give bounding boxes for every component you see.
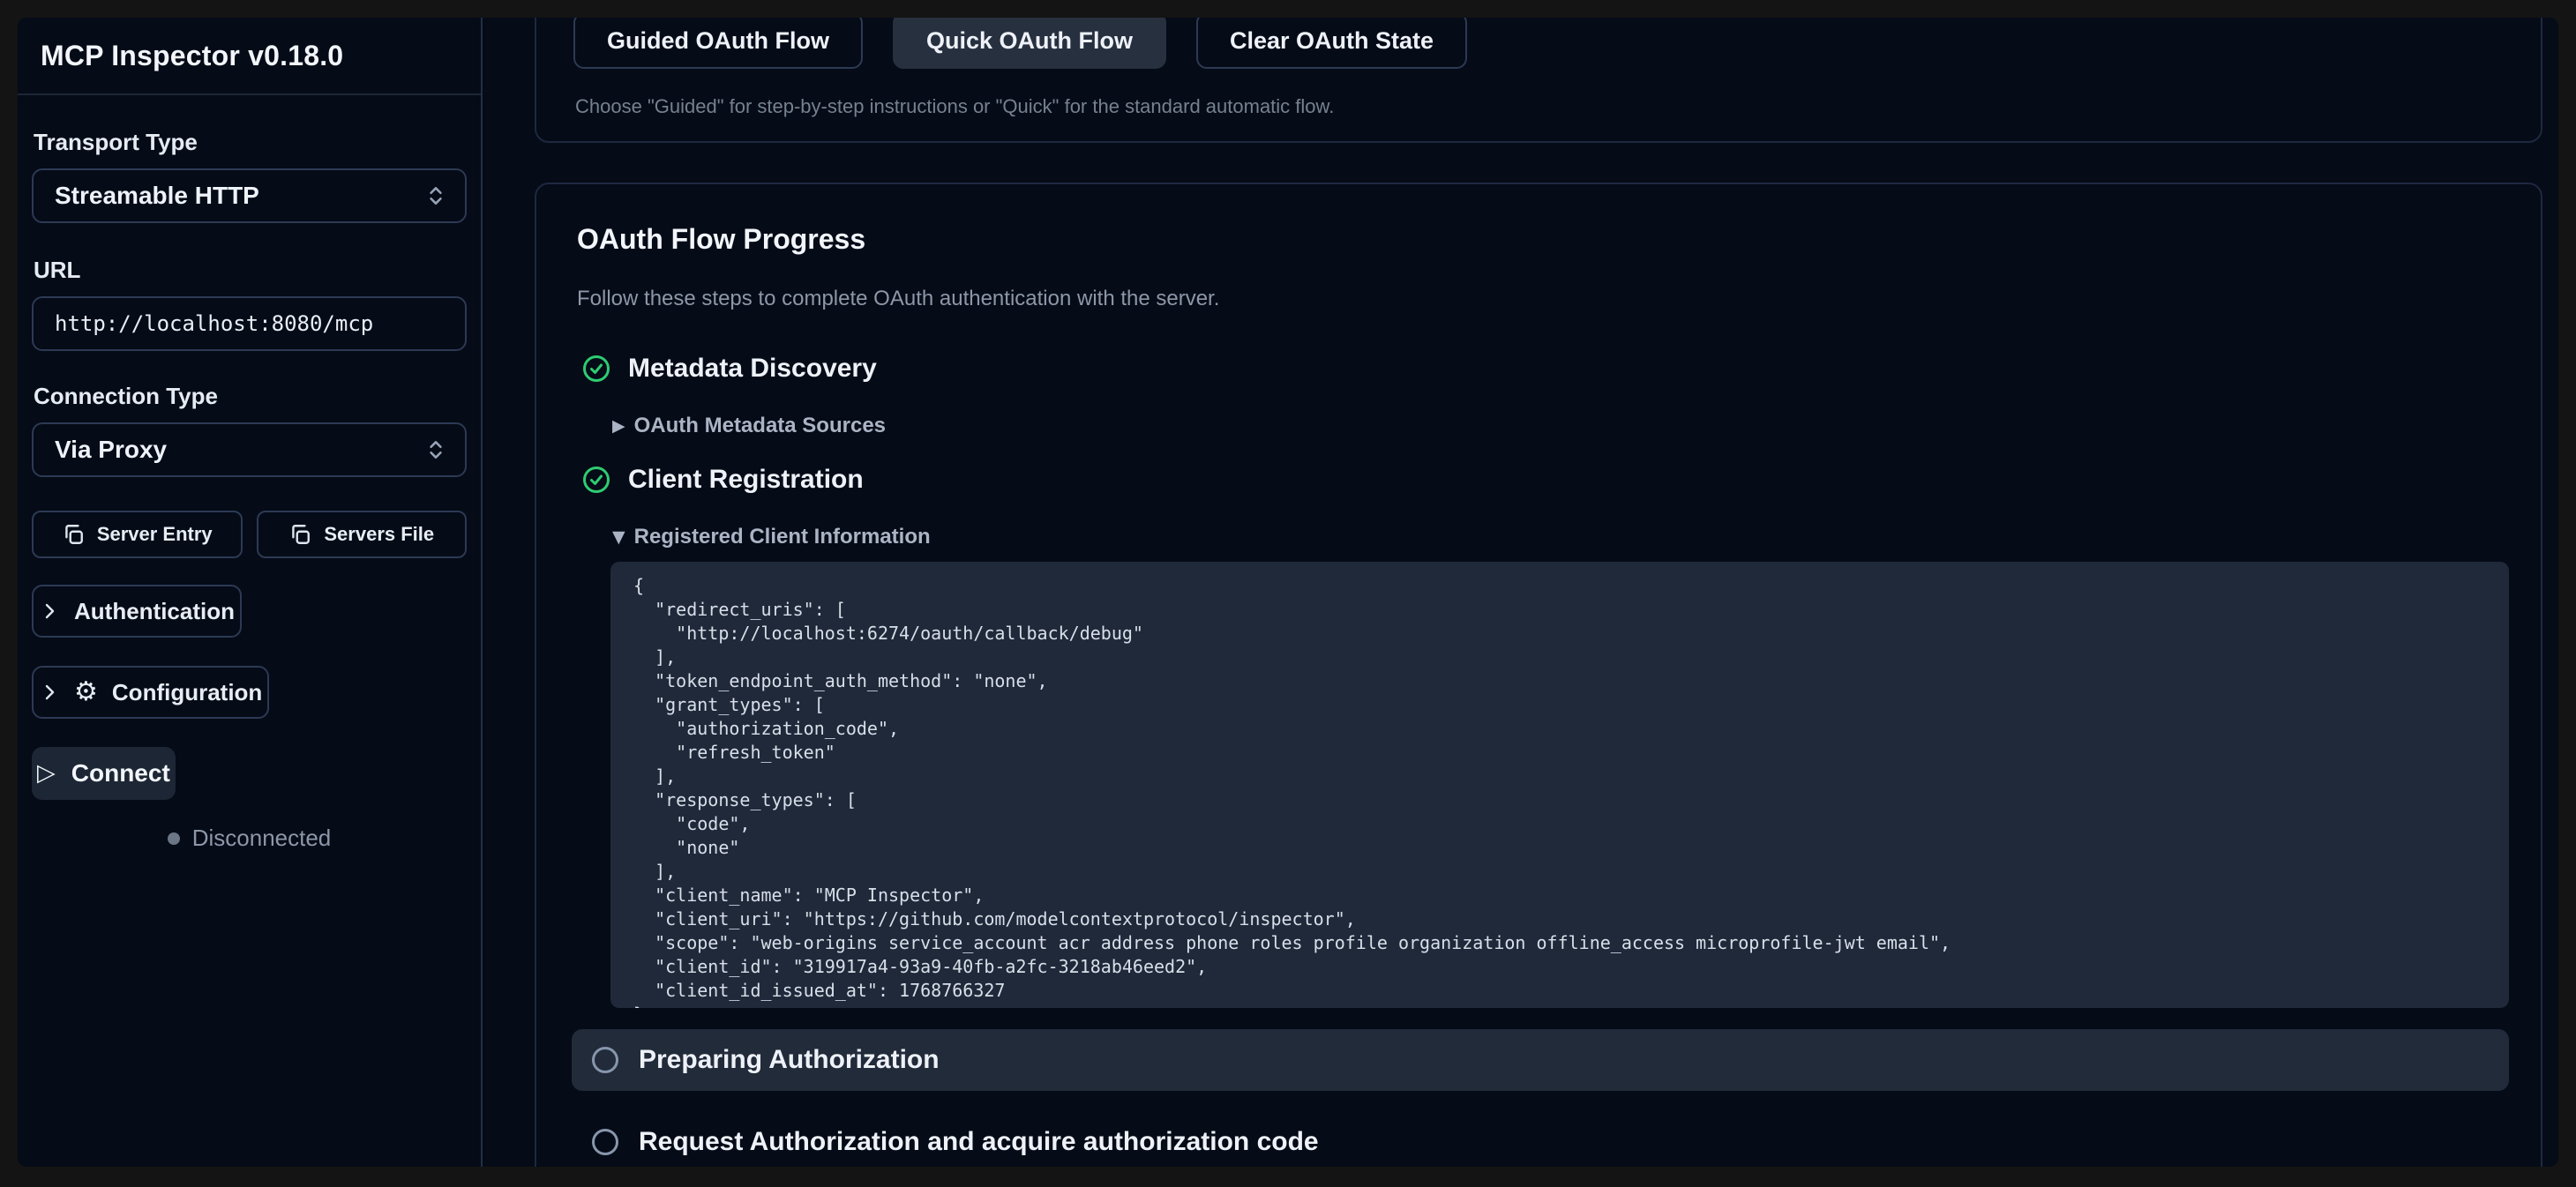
chevrons-up-down-icon [424, 438, 447, 461]
oauth-progress-card: OAuth Flow Progress Follow these steps t… [535, 183, 2542, 1167]
step-client-registration: Client Registration [582, 465, 864, 495]
step-title: Client Registration [628, 465, 864, 495]
quick-oauth-flow-button[interactable]: Quick OAuth Flow [893, 18, 1166, 69]
connect-label: Connect [71, 759, 170, 788]
sidebar: MCP Inspector v0.18.0 Transport Type Str… [18, 18, 483, 1167]
sidebar-body: Transport Type Streamable HTTP URL Conne… [18, 95, 481, 852]
chevrons-up-down-icon [424, 184, 447, 207]
empty-circle-icon [591, 1128, 619, 1156]
transport-type-select[interactable]: Streamable HTTP [32, 168, 467, 223]
connect-button[interactable]: ▷ Connect [32, 747, 176, 800]
authentication-expander[interactable]: Authentication [32, 585, 242, 638]
gear-icon: ⚙ [74, 679, 98, 705]
empty-circle-icon [591, 1046, 619, 1074]
play-icon: ▷ [37, 761, 56, 785]
server-entry-button[interactable]: Server Entry [32, 511, 243, 558]
step-title: Request Authorization and acquire author… [639, 1127, 1319, 1157]
registered-client-json-block[interactable]: { "redirect_uris": [ "http://localhost:6… [610, 562, 2509, 1008]
chevron-right-icon [39, 601, 60, 622]
registered-client-info-expander[interactable]: ▼ Registered Client Information [612, 525, 931, 549]
oauth-flow-caption: Choose "Guided" for step-by-step instruc… [575, 95, 1334, 118]
step-request-authorization[interactable]: Request Authorization and acquire author… [572, 1123, 1319, 1161]
export-buttons-row: Server Entry Servers File [32, 511, 467, 558]
step-preparing-authorization[interactable]: Preparing Authorization [572, 1029, 2509, 1091]
detail-label: Registered Client Information [634, 525, 931, 549]
app-window: MCP Inspector v0.18.0 Transport Type Str… [18, 18, 2558, 1167]
url-input[interactable] [32, 296, 467, 351]
step-title: Metadata Discovery [628, 354, 877, 384]
copy-icon [288, 523, 311, 546]
oauth-metadata-sources-expander[interactable]: ▶ OAuth Metadata Sources [612, 414, 886, 438]
connection-type-select[interactable]: Via Proxy [32, 422, 467, 477]
server-entry-label: Server Entry [97, 523, 213, 546]
progress-card-title: OAuth Flow Progress [577, 223, 865, 256]
guided-oauth-flow-button[interactable]: Guided OAuth Flow [573, 18, 863, 69]
triangle-down-icon: ▼ [612, 529, 625, 546]
main-panel: Guided OAuth Flow Quick OAuth Flow Clear… [484, 18, 2558, 1167]
chevron-right-icon [39, 682, 60, 703]
configuration-label: Configuration [112, 679, 262, 706]
transport-type-value: Streamable HTTP [55, 182, 259, 210]
authentication-label: Authentication [74, 598, 235, 625]
connection-status: Disconnected [32, 825, 467, 852]
configuration-expander[interactable]: ⚙ Configuration [32, 666, 269, 719]
clear-oauth-state-button[interactable]: Clear OAuth State [1196, 18, 1467, 69]
progress-card-subtitle: Follow these steps to complete OAuth aut… [577, 287, 1219, 311]
detail-label: OAuth Metadata Sources [634, 414, 886, 438]
step-title: Preparing Authorization [639, 1045, 940, 1075]
url-label: URL [34, 257, 467, 284]
app-title: MCP Inspector v0.18.0 [41, 40, 343, 72]
triangle-right-icon: ▶ [612, 418, 625, 435]
check-circle-icon [582, 355, 610, 383]
status-label: Disconnected [192, 825, 332, 852]
oauth-toolbar-card: Guided OAuth Flow Quick OAuth Flow Clear… [535, 18, 2542, 143]
connection-type-label: Connection Type [34, 383, 467, 410]
status-dot-icon [168, 832, 180, 845]
oauth-flow-buttons: Guided OAuth Flow Quick OAuth Flow Clear… [573, 18, 1467, 69]
check-circle-icon [582, 466, 610, 494]
step-metadata-discovery: Metadata Discovery [582, 354, 877, 384]
servers-file-label: Servers File [324, 523, 434, 546]
connection-type-value: Via Proxy [55, 436, 167, 464]
copy-icon [62, 523, 85, 546]
registered-client-json: { "redirect_uris": [ "http://localhost:6… [610, 562, 2509, 1008]
transport-type-label: Transport Type [34, 129, 467, 156]
sidebar-header: MCP Inspector v0.18.0 [18, 18, 481, 95]
servers-file-button[interactable]: Servers File [257, 511, 468, 558]
